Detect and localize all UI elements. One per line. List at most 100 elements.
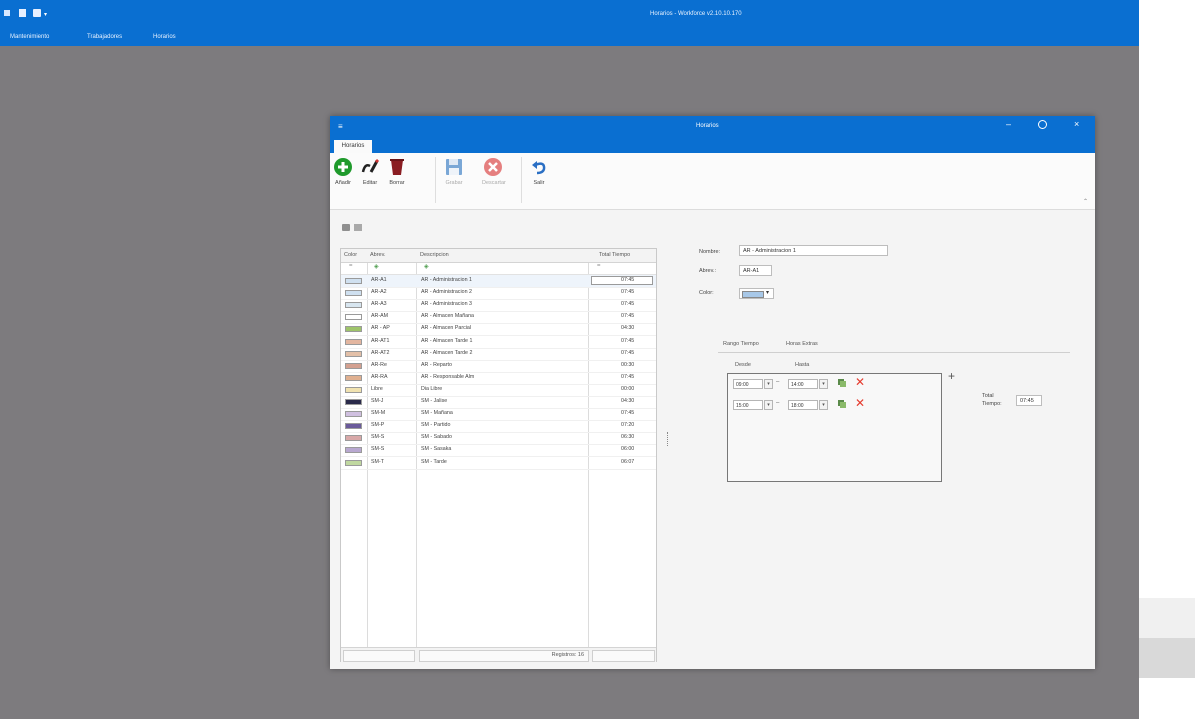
minimize-button[interactable]: –: [1006, 119, 1011, 129]
row-total-time: 07:45: [621, 301, 635, 308]
window-menu-icon[interactable]: ≡: [338, 122, 343, 131]
save-icon[interactable]: [19, 9, 26, 17]
row-description: SM - Jalise: [421, 398, 448, 404]
color-picker[interactable]: ▾: [739, 288, 774, 299]
export-icon[interactable]: [354, 224, 362, 231]
row-color-swatch: [345, 399, 362, 405]
app-menu-bar: Mantenimiento Trabajadores Horarios: [0, 30, 1139, 46]
grid-header: Color Abrev. Descripcion Total Tiempo: [341, 249, 656, 263]
row-description: SM - Partido: [421, 422, 451, 429]
from-time-dropdown[interactable]: ▾: [764, 379, 773, 389]
row-abbr: AR-Re: [371, 361, 387, 368]
color-label: Color:: [699, 290, 714, 296]
row-abbr: AR-A1: [371, 277, 387, 283]
name-label: Nombre:: [699, 249, 721, 255]
delete-icon: [387, 157, 407, 177]
row-abbr: SM-T: [371, 458, 384, 465]
row-total-time: 06:00: [621, 446, 635, 453]
maximize-button[interactable]: [1038, 120, 1047, 129]
ribbon: Añadir Editar Borrar Grabar Descartar Sa…: [330, 153, 1095, 210]
menu-mantenimiento[interactable]: Mantenimiento: [10, 34, 49, 40]
tab-horas-extras[interactable]: Horas Extras: [786, 341, 818, 347]
to-time-input[interactable]: 18:00: [788, 400, 818, 410]
add-button[interactable]: Añadir: [332, 157, 354, 186]
dialog-title-bar: ≡ Horarios – ×: [330, 116, 1095, 137]
save-button[interactable]: Grabar: [443, 157, 465, 186]
row-description: SM - Mañana: [421, 410, 453, 417]
row-description: SM - Tarde: [421, 458, 447, 465]
delete-button[interactable]: Borrar: [386, 157, 408, 186]
col-total-time[interactable]: Total Tiempo: [599, 252, 630, 258]
row-description: Dia Libre: [421, 385, 443, 392]
row-total-time: 04:30: [621, 325, 635, 332]
remove-range-icon[interactable]: ✕: [855, 397, 865, 409]
remove-range-icon[interactable]: ✕: [855, 376, 865, 388]
col-description[interactable]: Descripcion: [420, 252, 449, 258]
row-total-time: 06:07: [621, 458, 635, 465]
name-input[interactable]: AR - Administracion 1: [739, 245, 888, 256]
filter-icon[interactable]: ◈: [424, 263, 429, 270]
row-description: SM - Sabado: [421, 434, 452, 441]
settings-icon[interactable]: [33, 9, 41, 17]
col-abbr[interactable]: Abrev.: [370, 252, 386, 258]
row-color-swatch: [345, 314, 362, 321]
row-color-swatch: [345, 362, 362, 369]
color-swatch: [742, 291, 764, 298]
edit-button[interactable]: Editar: [359, 157, 381, 186]
row-total-time: 07:45: [621, 410, 635, 417]
row-color-swatch: [345, 290, 362, 297]
row-color-swatch: [345, 326, 362, 333]
menu-horarios[interactable]: Horarios: [153, 34, 176, 40]
add-label: Añadir: [335, 180, 351, 186]
row-color-swatch: [345, 278, 362, 284]
col-color[interactable]: Color: [344, 252, 357, 258]
row-abbr: SM-P: [371, 422, 385, 429]
row-description: AR - Administracion 1: [421, 277, 472, 283]
row-abbr: SM-S: [371, 434, 385, 441]
footer-cell: [592, 650, 655, 662]
copy-icon[interactable]: [838, 379, 846, 387]
menu-trabajadores[interactable]: Trabajadores: [87, 34, 122, 40]
quick-access-dropdown-icon[interactable]: ▾: [44, 11, 47, 18]
row-abbr: AR-RA: [371, 373, 388, 380]
print-icon[interactable]: [342, 224, 350, 231]
from-time-input[interactable]: 15:00: [733, 400, 763, 410]
from-time-input[interactable]: 09:00: [733, 379, 763, 389]
row-abbr: AR-AM: [371, 313, 389, 320]
footer-cell: Registros: 16: [419, 650, 589, 662]
total-label: Total: [982, 393, 994, 399]
abbr-input[interactable]: AR-A1: [739, 265, 772, 276]
filter-equals-icon[interactable]: =: [597, 263, 601, 269]
quick-access-icon[interactable]: [4, 10, 10, 16]
to-time-dropdown[interactable]: ▾: [819, 400, 828, 410]
copy-icon[interactable]: [838, 400, 846, 408]
row-abbr: Libre: [371, 385, 383, 392]
tab-horarios[interactable]: Horarios: [334, 140, 372, 153]
range-dash: –: [776, 379, 780, 385]
row-color-swatch: [345, 350, 362, 357]
table-row[interactable]: SM-T SM - Tarde 06:07: [341, 457, 656, 470]
exit-button[interactable]: Salir: [528, 157, 550, 186]
tab-rango-tiempo[interactable]: Rango Tiempo: [723, 341, 759, 347]
ribbon-tabs: Horarios: [330, 137, 1095, 153]
ribbon-separator: [521, 157, 522, 203]
range-dash: –: [776, 400, 780, 406]
to-time-dropdown[interactable]: ▾: [819, 379, 828, 389]
filter-icon[interactable]: ◈: [374, 263, 379, 270]
row-description: AR - Almacen Tarde 2: [421, 349, 473, 356]
from-time-dropdown[interactable]: ▾: [764, 400, 773, 410]
discard-button[interactable]: Descartar: [482, 157, 506, 186]
edit-label: Editar: [362, 180, 378, 186]
splitter-handle[interactable]: [667, 432, 669, 446]
close-button[interactable]: ×: [1074, 119, 1079, 129]
row-total-time: 07:45: [621, 313, 635, 320]
delete-label: Borrar: [389, 180, 405, 186]
row-color-swatch: [345, 386, 362, 393]
ribbon-collapse-icon[interactable]: ⌃: [1083, 198, 1088, 205]
filter-equals-icon[interactable]: =: [349, 263, 353, 269]
row-description: AR - Reparto: [421, 361, 452, 368]
add-range-icon[interactable]: +: [948, 370, 955, 382]
row-description: AR - Almacen Tarde 1: [421, 337, 473, 344]
row-color-swatch: [345, 374, 362, 381]
to-time-input[interactable]: 14:00: [788, 379, 818, 389]
